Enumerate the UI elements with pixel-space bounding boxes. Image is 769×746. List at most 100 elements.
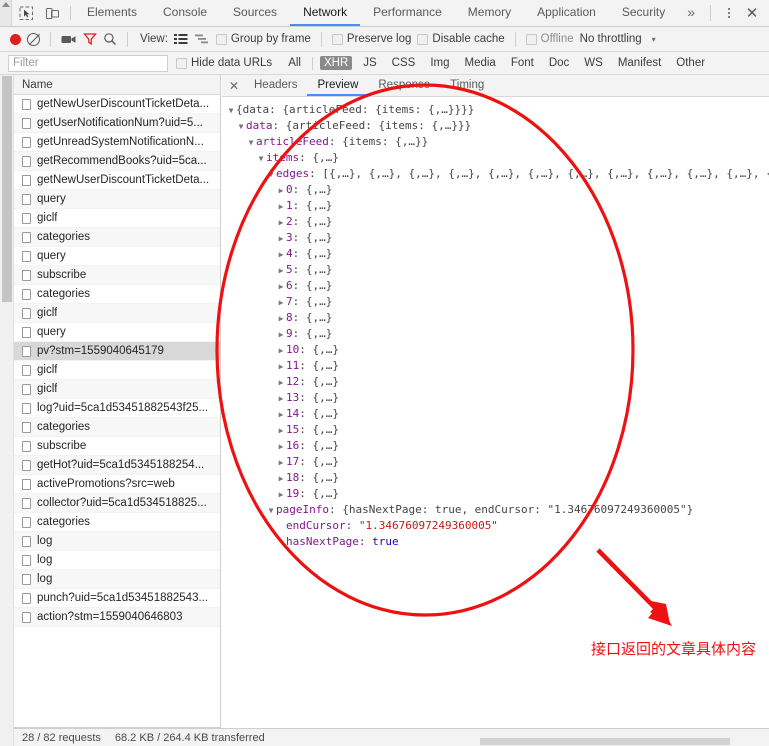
expand-triangle-right-icon[interactable]: ▶: [276, 214, 286, 231]
json-edge-row[interactable]: ▶ 4: {,…}: [226, 246, 769, 262]
expand-triangle-right-icon[interactable]: ▶: [276, 422, 286, 439]
expand-triangle-right-icon[interactable]: ▶: [276, 310, 286, 327]
json-edge-row[interactable]: ▶ 14: {,…}: [226, 406, 769, 422]
checkbox-box[interactable]: [176, 57, 187, 69]
request-row[interactable]: query: [14, 190, 220, 209]
json-row-edges[interactable]: ▼ edges : [{,…}, {,…}, {,…}, {,…}, {,…},…: [226, 166, 769, 182]
expand-triangle-right-icon[interactable]: ▶: [276, 486, 286, 503]
type-filter-ws[interactable]: WS: [580, 56, 607, 70]
request-row[interactable]: subscribe: [14, 266, 220, 285]
expand-triangle-right-icon[interactable]: ▶: [276, 246, 286, 263]
request-row[interactable]: getUnreadSystemNotificationN...: [14, 133, 220, 152]
type-filter-media[interactable]: Media: [461, 56, 500, 70]
filter-funnel-icon[interactable]: [83, 32, 97, 46]
type-filter-all[interactable]: All: [284, 56, 305, 70]
expand-triangle-down-icon[interactable]: ▼: [256, 150, 266, 167]
expand-triangle-right-icon[interactable]: ▶: [276, 358, 286, 375]
json-edge-row[interactable]: ▶ 3: {,…}: [226, 230, 769, 246]
checkbox-box[interactable]: [331, 33, 343, 45]
type-filter-font[interactable]: Font: [507, 56, 538, 70]
group-by-frame-checkbox[interactable]: Group by frame: [215, 33, 311, 45]
json-row-data[interactable]: ▼ data : {articleFeed: {items: {,…}}}: [226, 118, 769, 134]
request-row[interactable]: log?uid=5ca1d53451882543f25...: [14, 399, 220, 418]
expand-triangle-down-icon[interactable]: ▼: [266, 166, 276, 183]
type-filter-img[interactable]: Img: [426, 56, 453, 70]
type-filter-js[interactable]: JS: [359, 56, 380, 70]
expand-triangle-right-icon[interactable]: ▶: [276, 470, 286, 487]
request-row[interactable]: giclf: [14, 304, 220, 323]
json-edge-row[interactable]: ▶ 8: {,…}: [226, 310, 769, 326]
preserve-log-checkbox[interactable]: Preserve log: [331, 33, 411, 45]
type-filter-manifest[interactable]: Manifest: [614, 56, 665, 70]
expand-triangle-down-icon[interactable]: ▼: [266, 502, 276, 519]
clear-circle-slash-icon[interactable]: [27, 32, 40, 46]
tab-response[interactable]: Response: [368, 75, 440, 96]
expand-triangle-down-icon[interactable]: ▼: [226, 102, 236, 119]
view-list-icon[interactable]: [173, 33, 189, 46]
expand-triangle-right-icon[interactable]: ▶: [276, 438, 286, 455]
request-row[interactable]: activePromotions?src=web: [14, 475, 220, 494]
expand-triangle-right-icon[interactable]: ▶: [276, 294, 286, 311]
tab-performance[interactable]: Performance: [360, 0, 455, 26]
json-edge-row[interactable]: ▶ 19: {,…}: [226, 486, 769, 502]
request-row[interactable]: getNewUserDiscountTicketDeta...: [14, 95, 220, 114]
request-list[interactable]: getNewUserDiscountTicketDeta... getUserNo…: [14, 95, 220, 627]
checkbox-box[interactable]: [215, 33, 227, 45]
tab-timing[interactable]: Timing: [440, 75, 494, 96]
expand-triangle-right-icon[interactable]: ▶: [276, 262, 286, 279]
request-row[interactable]: getUserNotificationNum?uid=5...: [14, 114, 220, 133]
request-row[interactable]: log: [14, 551, 220, 570]
checkbox-box[interactable]: [525, 33, 537, 45]
summary-scrollbar[interactable]: [480, 738, 730, 745]
expand-triangle-right-icon[interactable]: ▶: [276, 374, 286, 391]
request-row[interactable]: getHot?uid=5ca1d5345188254...: [14, 456, 220, 475]
request-row[interactable]: giclf: [14, 361, 220, 380]
request-row[interactable]: action?stm=1559040646803: [14, 608, 220, 627]
json-edge-row[interactable]: ▶ 1: {,…}: [226, 198, 769, 214]
type-filter-doc[interactable]: Doc: [545, 56, 573, 70]
json-row-items[interactable]: ▼ items : {,…}: [226, 150, 769, 166]
chevron-down-icon[interactable]: ▾: [652, 35, 656, 44]
kebab-menu-icon[interactable]: [719, 2, 739, 24]
inspect-cursor-icon[interactable]: [18, 5, 35, 22]
request-row[interactable]: pv?stm=1559040645179: [14, 342, 220, 361]
expand-triangle-down-icon[interactable]: ▼: [236, 118, 246, 135]
json-row-pageinfo[interactable]: ▼ pageInfo : {hasNextPage: true, endCurs…: [226, 502, 769, 518]
json-edge-row[interactable]: ▶ 10: {,…}: [226, 342, 769, 358]
json-edge-row[interactable]: ▶ 15: {,…}: [226, 422, 769, 438]
request-row[interactable]: subscribe: [14, 437, 220, 456]
checkbox-box[interactable]: [417, 33, 429, 45]
tab-security[interactable]: Security: [609, 0, 678, 26]
tab-headers[interactable]: Headers: [244, 75, 307, 96]
device-toolbar-icon[interactable]: [44, 5, 61, 22]
request-row[interactable]: getNewUserDiscountTicketDeta...: [14, 171, 220, 190]
camera-icon[interactable]: [61, 34, 77, 45]
record-dot-icon[interactable]: [10, 33, 21, 45]
tab-application[interactable]: Application: [524, 0, 609, 26]
json-edge-row[interactable]: ▶ 6: {,…}: [226, 278, 769, 294]
tab-elements[interactable]: Elements: [74, 0, 150, 26]
json-edge-row[interactable]: ▶ 17: {,…}: [226, 454, 769, 470]
expand-triangle-right-icon[interactable]: ▶: [276, 326, 286, 343]
expand-triangle-right-icon[interactable]: ▶: [276, 230, 286, 247]
tab-sources[interactable]: Sources: [220, 0, 290, 26]
request-row[interactable]: punch?uid=5ca1d53451882543...: [14, 589, 220, 608]
scroll-up-arrow[interactable]: [0, 0, 13, 26]
search-magnifier-icon[interactable]: [103, 32, 117, 46]
request-row[interactable]: categories: [14, 418, 220, 437]
json-edge-row[interactable]: ▶ 7: {,…}: [226, 294, 769, 310]
tab-memory[interactable]: Memory: [455, 0, 524, 26]
type-filter-other[interactable]: Other: [672, 56, 709, 70]
window-scrollbar[interactable]: [0, 0, 14, 746]
type-filter-xhr[interactable]: XHR: [319, 56, 353, 70]
request-row[interactable]: giclf: [14, 209, 220, 228]
more-tabs-button[interactable]: »: [678, 0, 704, 26]
close-icon[interactable]: ✕: [224, 75, 244, 96]
json-edge-row[interactable]: ▶ 16: {,…}: [226, 438, 769, 454]
expand-triangle-down-icon[interactable]: ▼: [246, 134, 256, 151]
request-row[interactable]: categories: [14, 513, 220, 532]
window-scrollbar-thumb[interactable]: [2, 76, 12, 302]
request-row[interactable]: collector?uid=5ca1d534518825...: [14, 494, 220, 513]
disable-cache-checkbox[interactable]: Disable cache: [417, 33, 505, 45]
offline-checkbox[interactable]: Offline: [525, 33, 574, 45]
